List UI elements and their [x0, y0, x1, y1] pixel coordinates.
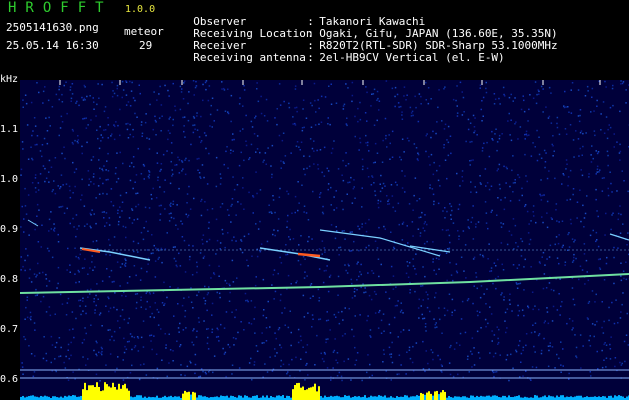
- activity-histogram: [20, 382, 629, 400]
- meteor-echo: [319, 229, 441, 257]
- metadata-value: 2el-HB9CV Vertical (el. E-W): [319, 51, 505, 64]
- timestamp: 25.05.14 16:30: [6, 39, 99, 52]
- file-name: 2505141630.png: [6, 21, 99, 34]
- carrier-trace: [20, 273, 629, 294]
- y-tick-label: 1.1: [0, 124, 19, 135]
- meteor-count: 29: [139, 39, 153, 52]
- axis-unit-label: kHz: [0, 74, 19, 85]
- detector-label: meteor: [124, 25, 164, 38]
- meteor-echo: [609, 233, 629, 241]
- meteor-echo: [27, 219, 39, 227]
- metadata-key: Receiving antenna: [193, 51, 306, 64]
- spectrogram-plot: [20, 80, 629, 400]
- y-tick-label: 0.7: [0, 324, 19, 335]
- app-title: HROFFT: [8, 0, 113, 16]
- y-tick-label: 0.9: [0, 224, 19, 235]
- y-tick-label: 1.0: [0, 174, 19, 185]
- metadata-row-antenna: Receiving antenna: 2el-HB9CV Vertical (el…: [193, 51, 505, 64]
- y-tick-label: 0.6: [0, 374, 19, 385]
- spectrogram-canvas: [20, 80, 629, 400]
- meteor-echo: [259, 247, 331, 261]
- app-version: 1.0.0: [125, 4, 156, 15]
- meteor-echo-hot: [297, 252, 321, 258]
- y-tick-label: 0.8: [0, 274, 19, 285]
